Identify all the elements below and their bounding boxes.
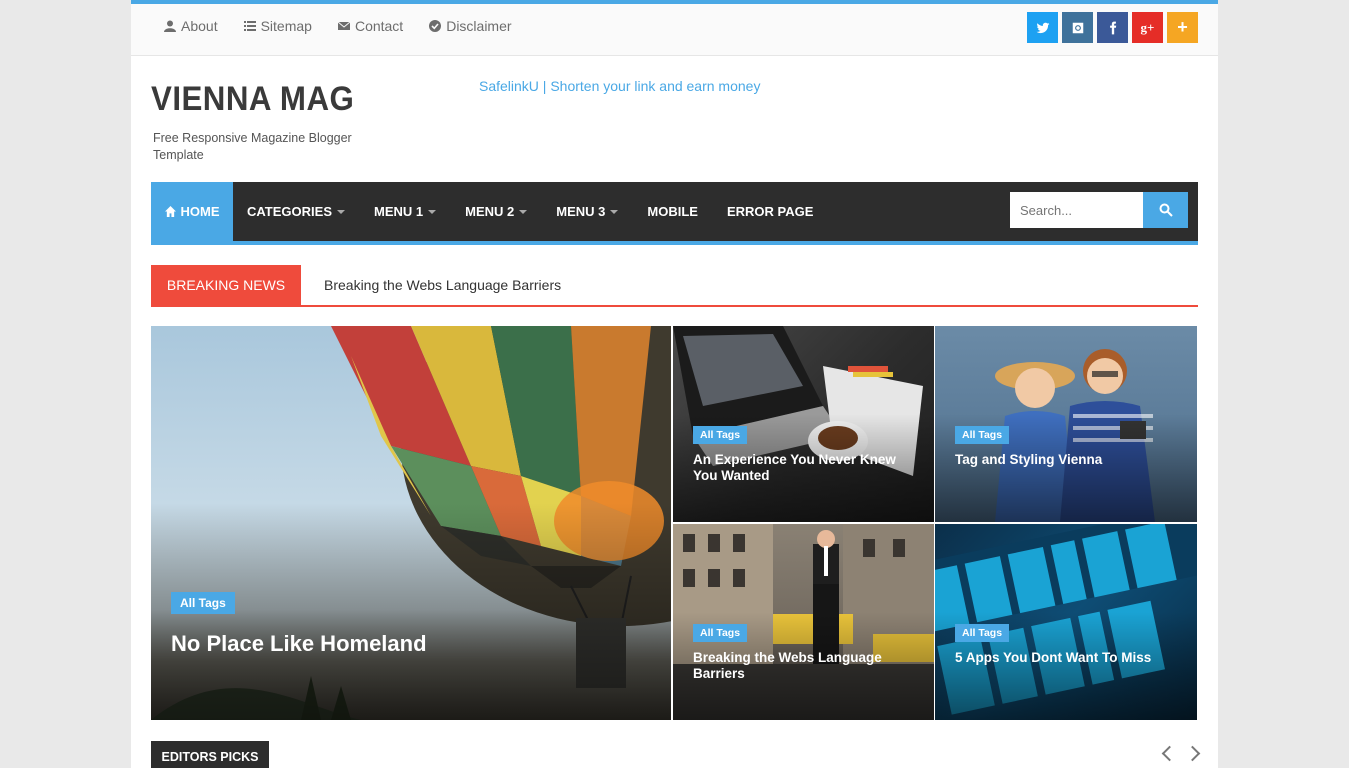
carousel-arrows [1161,745,1201,762]
page: About Sitemap Contact Disclaimer g+ + VI… [131,0,1218,768]
about-link[interactable]: About [164,18,218,34]
nav-item-menu-1[interactable]: MENU 1 [374,204,437,219]
sitemap-link[interactable]: Sitemap [243,18,312,34]
featured-tile[interactable]: All Tags Breaking the Webs Language Barr… [673,524,934,720]
nav-item-menu-3[interactable]: MENU 3 [556,204,619,219]
instagram-icon[interactable] [1062,12,1093,43]
top-links: About Sitemap Contact Disclaimer [164,18,512,34]
site-logo[interactable]: VIENNA MAG [151,80,354,119]
featured-tile[interactable]: All Tags 5 Apps You Dont Want To Miss [935,524,1197,720]
featured-tile[interactable]: All Tags Tag and Styling Vienna [935,326,1197,522]
featured-main-title[interactable]: No Place Like Homeland [171,631,591,657]
twitter-icon[interactable] [1027,12,1058,43]
nav-home-label: HOME [180,204,220,219]
facebook-icon[interactable] [1097,12,1128,43]
chevron-right-icon[interactable] [1184,745,1201,762]
tag-badge[interactable]: All Tags [955,624,1010,642]
tile-title[interactable]: Tag and Styling Vienna [955,452,1165,468]
site-tagline: Free Responsive Magazine Blogger Templat… [153,131,352,162]
nav-item-menu-2[interactable]: MENU 2 [465,204,528,219]
tag-badge[interactable]: All Tags [693,426,748,444]
social-icons: g+ + [1027,12,1198,43]
nav-item-mobile[interactable]: MOBILE [647,204,698,219]
nav-item-categories[interactable]: CATEGORIES [247,204,345,219]
nav-item-label: CATEGORIES [247,204,332,219]
main-nav: HOME CATEGORIES MENU 1 MENU 2 MENU 3 MOB… [151,182,1198,245]
home-icon [164,206,176,217]
about-label: About [181,18,218,34]
nav-item-label: MENU 2 [465,204,515,219]
search-icon [1159,203,1173,217]
tile-title[interactable]: Breaking the Webs Language Barriers [693,650,903,682]
nav-item-label: ERROR PAGE [726,204,814,219]
contact-label: Contact [354,18,404,34]
disclaimer-link[interactable]: Disclaimer [429,18,512,34]
caret-down-icon [428,209,437,214]
caret-down-icon [519,209,528,214]
contact-link[interactable]: Contact [337,18,404,34]
caret-down-icon [337,209,345,214]
tag-badge[interactable]: All Tags [693,624,748,642]
search-input[interactable] [1010,192,1143,228]
disclaimer-label: Disclaimer [446,18,512,34]
plus-icon[interactable]: + [1167,12,1198,43]
list-icon [243,21,256,31]
search-button[interactable] [1143,192,1188,228]
nav-item-label: MENU 3 [556,204,606,219]
nav-home[interactable]: HOME [151,182,233,241]
user-icon [164,20,176,32]
editors-picks-label: EDITORS PICKS [151,741,269,768]
check-circle-icon [429,20,442,32]
featured-tile[interactable]: All Tags An Experience You Never Knew Yo… [673,326,934,522]
nav-items: CATEGORIES MENU 1 MENU 2 MENU 3 MOBILE E… [247,182,842,241]
tag-badge[interactable]: All Tags [955,426,1010,444]
nav-item-error-page[interactable]: ERROR PAGE [727,204,813,219]
nav-item-label: MOBILE [647,204,698,219]
tile-title[interactable]: An Experience You Never Knew You Wanted [693,452,903,484]
envelope-icon [337,21,350,30]
chevron-left-icon[interactable] [1161,745,1178,762]
sitemap-label: Sitemap [260,18,312,34]
tile-title[interactable]: 5 Apps You Dont Want To Miss [955,650,1165,666]
breaking-news-headline[interactable]: Breaking the Webs Language Barriers [324,277,561,293]
nav-item-label: MENU 1 [374,204,424,219]
tag-badge[interactable]: All Tags [171,592,235,614]
top-bar: About Sitemap Contact Disclaimer g+ + [131,4,1218,56]
featured-main-tile[interactable]: All Tags No Place Like Homeland [151,326,671,720]
caret-down-icon [610,209,619,214]
google-plus-icon[interactable]: g+ [1132,12,1163,43]
breaking-news-bar: BREAKING NEWS Breaking the Webs Language… [151,265,1198,307]
breaking-news-label: BREAKING NEWS [151,265,301,305]
promo-link[interactable]: SafelinkU | Shorten your link and earn m… [479,78,760,94]
